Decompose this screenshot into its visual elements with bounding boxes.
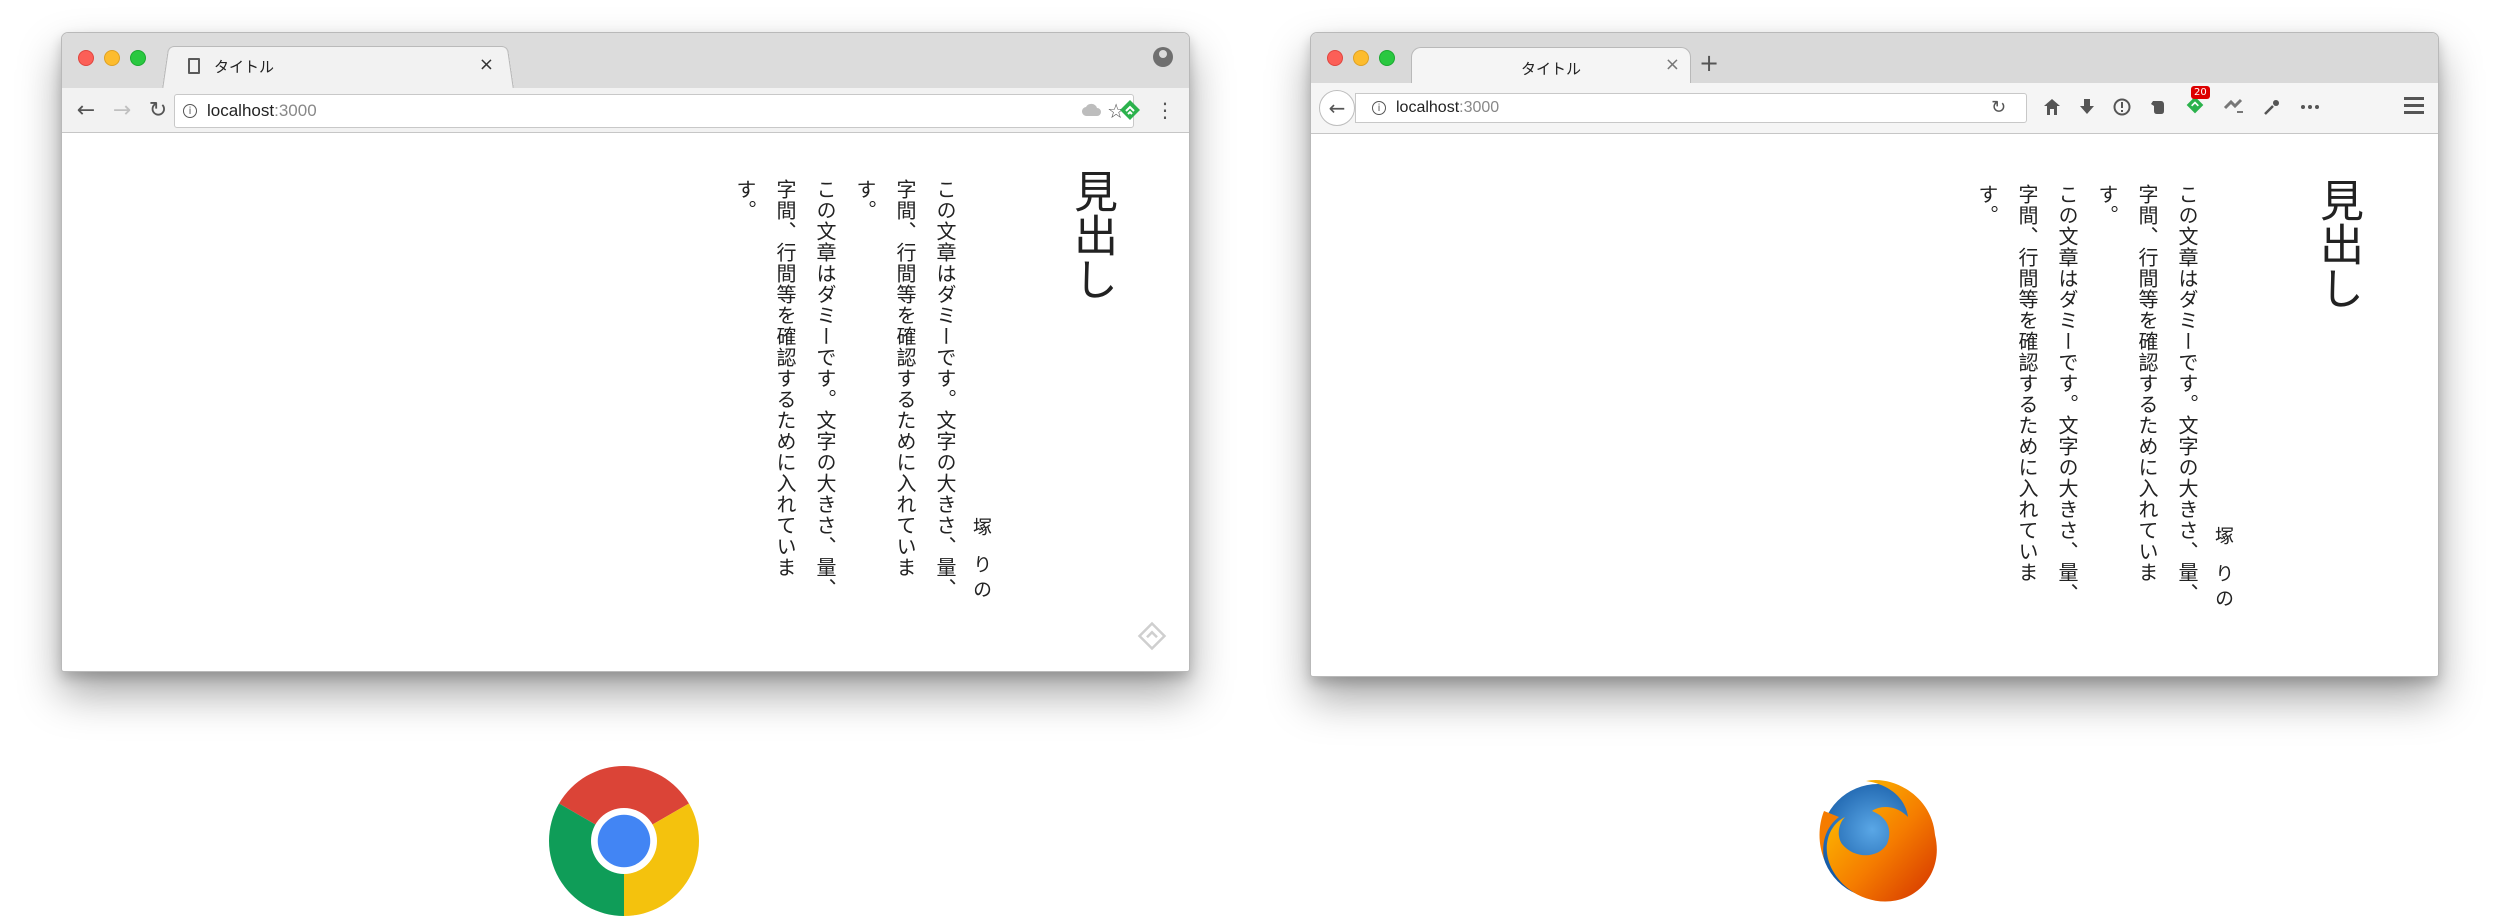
firefox-tab[interactable]: タイトル × [1411, 47, 1691, 85]
evernote-icon[interactable] [2149, 98, 2167, 116]
paragraph-1: この文章はダミーです。文字の大きさ、量、字間、行間等を確認するために入れています… [2095, 184, 2199, 604]
feedly-watermark-icon[interactable] [1137, 621, 1167, 651]
close-window-button[interactable] [1327, 50, 1343, 66]
chrome-page-content: 見出し 塚 りの この文章はダミーです。文字の大きさ、量、字間、行間等を確認する… [62, 133, 1189, 671]
address-bar[interactable]: i localhost:3000 ☆ [174, 94, 1134, 128]
url-host: localhost [207, 101, 275, 120]
menu-icon[interactable] [2404, 97, 2424, 115]
site-info-icon[interactable]: i [1372, 101, 1386, 115]
more-icon[interactable] [2299, 102, 2321, 112]
cloud-extension-icon[interactable] [1082, 100, 1102, 118]
url-host: localhost [1396, 99, 1460, 116]
new-tab-button[interactable]: + [1699, 49, 1719, 77]
site-info-icon[interactable]: i [183, 104, 197, 118]
address-bar[interactable]: i localhost:3000 [1355, 93, 2027, 123]
traffic-lights [1327, 50, 1395, 66]
chrome-tab-content[interactable]: タイトル × [178, 43, 508, 89]
chrome-toolbar: ← → ↻ i localhost:3000 ☆ ⋮ [62, 88, 1189, 133]
profile-icon[interactable] [1153, 47, 1173, 67]
firefox-titlebar: タイトル × + [1311, 33, 2438, 85]
maximize-window-button[interactable] [1379, 50, 1395, 66]
page-author: 塚 りの [2212, 526, 2234, 614]
eyedropper-icon[interactable] [2263, 98, 2281, 116]
page-author: 塚 りの [970, 517, 992, 605]
reload-button[interactable]: ↻ [140, 98, 176, 123]
url-port: :3000 [1459, 99, 1500, 116]
firefox-page-content: 見出し 塚 りの この文章はダミーです。文字の大きさ、量、字間、行間等を確認する… [1311, 134, 2438, 676]
minimize-window-button[interactable] [1353, 50, 1369, 66]
notification-badge: 20 [2191, 85, 2210, 99]
document-icon [188, 58, 200, 74]
forward-button[interactable]: → [104, 98, 140, 123]
page-heading: 見出し [1066, 169, 1117, 301]
maximize-window-button[interactable] [130, 50, 146, 66]
paragraph-1: この文章はダミーです。文字の大きさ、量、字間、行間等を確認するために入れています… [853, 179, 957, 599]
page-heading: 見出し [2312, 178, 2363, 310]
firefox-toolbar: i localhost:3000 ← ↻ 20 [1311, 83, 2438, 134]
back-button[interactable]: ← [68, 98, 104, 123]
traffic-lights [78, 50, 146, 66]
tab-close-icon[interactable]: × [479, 54, 494, 75]
url-port: :3000 [274, 101, 317, 120]
back-button[interactable]: ← [1319, 90, 1355, 126]
feedly-extension-icon[interactable] [1118, 98, 1142, 122]
url-text: localhost:3000 [207, 101, 317, 121]
page-paragraphs: この文章はダミーです。文字の大きさ、量、字間、行間等を確認するために入れています… [643, 179, 965, 599]
download-icon[interactable] [2079, 98, 2095, 116]
firefox-toolbar-icons: 20 [2043, 85, 2321, 121]
minimize-window-button[interactable] [104, 50, 120, 66]
tab-title: タイトル [1520, 60, 1581, 78]
paragraph-2: この文章はダミーです。文字の大きさ、量、字間、行間等を確認するために入れています… [733, 179, 837, 599]
chrome-titlebar: タイトル × [62, 33, 1189, 90]
feedly-icon[interactable]: 20 [2185, 85, 2210, 120]
paragraph-2: この文章はダミーです。文字の大きさ、量、字間、行間等を確認するために入れています… [1975, 184, 2079, 604]
tab-close-icon[interactable]: × [1665, 54, 1680, 75]
chrome-menu-icon[interactable]: ⋮ [1155, 98, 1175, 122]
reload-button[interactable]: ↻ [1991, 97, 2006, 118]
close-window-button[interactable] [78, 50, 94, 66]
home-icon[interactable] [2043, 98, 2061, 116]
tab-title: タイトル [214, 57, 275, 76]
firefox-browser-window: タイトル × + i localhost:3000 ← ↻ 20 見出し 塚 り… [1310, 32, 2439, 677]
firefox-logo-icon [1819, 779, 1937, 902]
chrome-browser-window: タイトル × ← → ↻ i localhost:3000 ☆ ⋮ 見出し 塚 … [61, 32, 1190, 672]
page-paragraphs: この文章はダミーです。文字の大きさ、量、字間、行間等を確認するために入れています… [1885, 184, 2207, 604]
extension-icon[interactable] [2223, 98, 2245, 116]
url-text: localhost:3000 [1396, 99, 1499, 117]
info-icon[interactable] [2113, 98, 2131, 116]
chrome-logo-icon [549, 766, 699, 916]
